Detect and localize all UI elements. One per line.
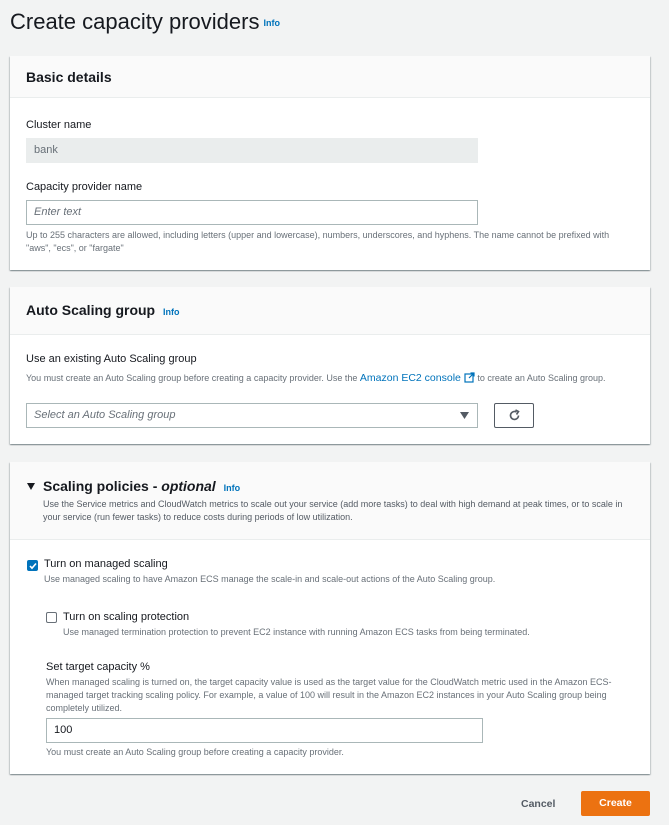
- capacity-provider-name-input[interactable]: Enter text: [26, 200, 478, 225]
- auto-scaling-group-title: Auto Scaling group Info: [26, 302, 180, 318]
- ec2-console-link[interactable]: Amazon EC2 console: [360, 372, 461, 384]
- managed-scaling-label[interactable]: Turn on managed scaling: [44, 558, 168, 570]
- cluster-name-label: Cluster name: [26, 119, 92, 131]
- cancel-button[interactable]: Cancel: [521, 798, 555, 810]
- capacity-provider-name-placeholder: Enter text: [34, 206, 82, 218]
- auto-scaling-group-title-text: Auto Scaling group: [26, 302, 156, 318]
- scaling-policies-title[interactable]: Scaling policies - optional Info: [43, 478, 240, 494]
- auto-scaling-group-select-placeholder: Select an Auto Scaling group: [34, 409, 176, 421]
- use-existing-asg-label: Use an existing Auto Scaling group: [26, 353, 197, 365]
- target-capacity-input[interactable]: 100: [46, 718, 483, 743]
- page-title: Create capacity providers Info: [10, 8, 280, 37]
- caret-expanded-icon[interactable]: [27, 483, 35, 490]
- basic-details-panel: Basic details Cluster name bank Capacity…: [10, 56, 650, 270]
- refresh-icon: [509, 409, 520, 421]
- page-title-text: Create capacity providers: [10, 9, 260, 34]
- scaling-protection-label[interactable]: Turn on scaling protection: [63, 611, 189, 623]
- managed-scaling-checkbox[interactable]: [27, 560, 38, 571]
- asg-description-pre: You must create an Auto Scaling group be…: [26, 373, 358, 383]
- target-capacity-help: You must create an Auto Scaling group be…: [46, 747, 344, 757]
- check-icon: [29, 562, 37, 570]
- scaling-policies-description: Use the Service metrics and CloudWatch m…: [43, 499, 623, 522]
- basic-details-title: Basic details: [26, 69, 112, 85]
- auto-scaling-group-panel: Auto Scaling group Info Use an existing …: [10, 287, 650, 444]
- asg-description-post: to create an Auto Scaling group.: [477, 373, 606, 383]
- refresh-button[interactable]: [494, 403, 534, 428]
- page-info-link[interactable]: Info: [263, 18, 280, 28]
- use-existing-asg-description: You must create an Auto Scaling group be…: [26, 371, 636, 385]
- create-button[interactable]: Create: [581, 791, 650, 816]
- caret-down-icon: [460, 412, 469, 419]
- scaling-policies-optional: optional: [161, 478, 216, 494]
- cluster-name-field: bank: [26, 138, 478, 163]
- scaling-protection-description: Use managed termination protection to pr…: [63, 627, 530, 637]
- external-link-icon[interactable]: [464, 372, 475, 383]
- scaling-policies-info-link[interactable]: Info: [224, 483, 241, 493]
- auto-scaling-group-select[interactable]: Select an Auto Scaling group: [26, 403, 478, 428]
- target-capacity-label: Set target capacity %: [46, 661, 150, 673]
- scaling-policies-header: Scaling policies - optional Info Use the…: [10, 462, 650, 540]
- scaling-policies-title-text: Scaling policies -: [43, 478, 162, 494]
- capacity-provider-name-label: Capacity provider name: [26, 181, 143, 193]
- capacity-provider-name-description: Up to 255 characters are allowed, includ…: [26, 230, 610, 253]
- managed-scaling-description: Use managed scaling to have Amazon ECS m…: [44, 574, 496, 584]
- auto-scaling-group-info-link[interactable]: Info: [163, 307, 180, 317]
- auto-scaling-group-header: Auto Scaling group Info: [10, 287, 650, 335]
- basic-details-header: Basic details: [10, 56, 650, 98]
- scaling-policies-panel: Scaling policies - optional Info Use the…: [10, 462, 650, 774]
- scaling-protection-checkbox[interactable]: [46, 612, 57, 623]
- target-capacity-description: When managed scaling is turned on, the t…: [46, 677, 612, 713]
